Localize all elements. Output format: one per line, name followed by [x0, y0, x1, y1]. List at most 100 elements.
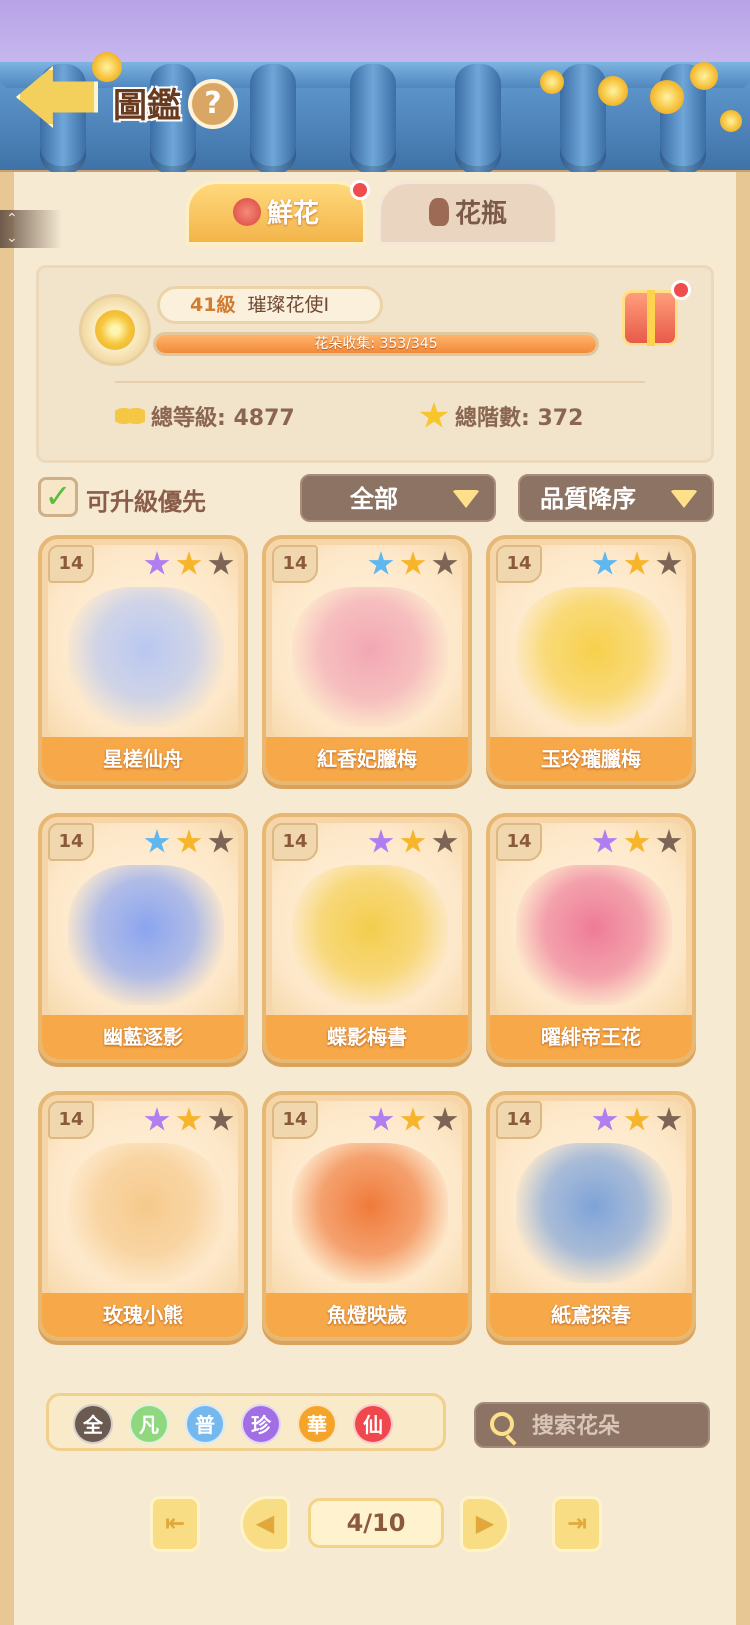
star-icon — [432, 829, 458, 853]
card-level-badge: 14 — [48, 545, 94, 583]
rose-icon — [232, 198, 261, 226]
flower-card[interactable]: 14 蝶影梅書 — [262, 813, 472, 1063]
collection-progress-text: 花朵收集: 353/345 — [314, 336, 438, 352]
total-level-stat: 總等級: 4877 — [115, 400, 295, 432]
star-icon — [419, 402, 449, 428]
rank-emblem-icon — [79, 294, 151, 366]
card-name: 星槎仙舟 — [42, 737, 244, 781]
card-star-rating — [368, 829, 458, 855]
last-page-button[interactable]: ⇥ — [552, 1496, 602, 1552]
card-star-rating — [592, 1107, 682, 1133]
quality-filter-bar: 全凡普珍華仙 — [46, 1393, 446, 1451]
flower-illustration — [68, 865, 224, 1005]
blossom-decoration — [650, 80, 684, 114]
quality-filter-button[interactable]: 全 — [73, 1404, 113, 1444]
gift-reward-icon[interactable] — [622, 290, 678, 346]
card-name: 玫瑰小熊 — [42, 1293, 244, 1337]
flower-card[interactable]: 14 魚燈映歲 — [262, 1091, 472, 1341]
star-icon — [592, 1107, 618, 1131]
star-icon — [624, 1107, 650, 1131]
quality-filter-button[interactable]: 普 — [185, 1404, 225, 1444]
star-icon — [368, 1107, 394, 1131]
blossom-decoration — [598, 76, 628, 106]
star-icon — [432, 1107, 458, 1131]
star-icon — [432, 551, 458, 575]
star-icon — [208, 551, 234, 575]
star-icon — [208, 1107, 234, 1131]
card-level-badge: 14 — [272, 1101, 318, 1139]
star-icon — [624, 829, 650, 853]
card-name: 玉玲瓏臘梅 — [490, 737, 692, 781]
blossom-decoration — [720, 110, 742, 132]
flower-card[interactable]: 14 玫瑰小熊 — [38, 1091, 248, 1341]
blossom-decoration — [690, 62, 718, 90]
search-input[interactable] — [532, 1410, 702, 1442]
prev-page-button[interactable]: ◀ — [240, 1496, 290, 1552]
flower-card[interactable]: 14 幽藍逐影 — [38, 813, 248, 1063]
card-level-badge: 14 — [48, 823, 94, 861]
star-icon — [144, 551, 170, 575]
chevron-down-icon — [670, 490, 698, 508]
card-level-badge: 14 — [496, 823, 542, 861]
tab-fresh-flowers[interactable]: 鮮花 — [186, 181, 366, 245]
flower-illustration — [68, 1143, 224, 1283]
quality-filter-button[interactable]: 華 — [297, 1404, 337, 1444]
vase-icon — [428, 198, 449, 226]
card-name: 曜緋帝王花 — [490, 1015, 692, 1059]
player-level: 41級 — [190, 294, 236, 316]
sort-dropdown[interactable]: 品質降序 — [518, 474, 714, 522]
star-icon — [592, 829, 618, 853]
flower-card[interactable]: 14 曜緋帝王花 — [486, 813, 696, 1063]
flower-card[interactable]: 14 紙鳶探春 — [486, 1091, 696, 1341]
star-icon — [144, 1107, 170, 1131]
search-box[interactable] — [474, 1402, 710, 1448]
side-collapse-handle[interactable]: ⌃ ⌄ — [0, 210, 62, 248]
divider — [115, 381, 645, 383]
flower-illustration — [516, 865, 672, 1005]
flower-card[interactable]: 14 玉玲瓏臘梅 — [486, 535, 696, 785]
star-icon — [400, 551, 426, 575]
flower-illustration — [292, 1143, 448, 1283]
card-star-rating — [368, 1107, 458, 1133]
flower-card[interactable]: 14 星槎仙舟 — [38, 535, 248, 785]
star-icon — [368, 829, 394, 853]
quality-filter-button[interactable]: 凡 — [129, 1404, 169, 1444]
level-rank-pill: 41級 璀璨花使I — [157, 286, 383, 324]
upgrade-first-checkbox[interactable]: ✓ — [38, 477, 78, 517]
total-stars-stat: 總階數: 372 — [419, 400, 583, 432]
flower-illustration — [292, 865, 448, 1005]
card-level-badge: 14 — [48, 1101, 94, 1139]
flower-illustration — [516, 587, 672, 727]
help-button[interactable]: ? — [188, 79, 238, 129]
flower-illustration — [292, 587, 448, 727]
star-icon — [176, 1107, 202, 1131]
card-level-badge: 14 — [496, 545, 542, 583]
collection-info-panel: 41級 璀璨花使I 花朵收集: 353/345 總等級: 4877 總階數: 37… — [36, 265, 714, 463]
card-level-badge: 14 — [496, 1101, 542, 1139]
card-name: 紅香妃臘梅 — [266, 737, 468, 781]
flower-illustration — [516, 1143, 672, 1283]
quality-filter-button[interactable]: 珍 — [241, 1404, 281, 1444]
star-icon — [400, 1107, 426, 1131]
first-page-button[interactable]: ⇤ — [150, 1496, 200, 1552]
category-dropdown[interactable]: 全部 — [300, 474, 496, 522]
flower-card[interactable]: 14 紅香妃臘梅 — [262, 535, 472, 785]
card-level-badge: 14 — [272, 545, 318, 583]
card-name: 紙鳶探春 — [490, 1293, 692, 1337]
star-icon — [176, 551, 202, 575]
card-star-rating — [592, 829, 682, 855]
page-indicator: 4/10 — [308, 1498, 444, 1548]
star-icon — [656, 551, 682, 575]
upgrade-first-label: 可升級優先 — [86, 488, 206, 516]
card-star-rating — [368, 551, 458, 577]
star-icon — [176, 829, 202, 853]
card-level-badge: 14 — [272, 823, 318, 861]
quality-filter-button[interactable]: 仙 — [353, 1404, 393, 1444]
flower-illustration — [68, 587, 224, 727]
card-star-rating — [144, 829, 234, 855]
tab-vases[interactable]: 花瓶 — [378, 181, 558, 245]
card-name: 魚燈映歲 — [266, 1293, 468, 1337]
star-icon — [592, 551, 618, 575]
card-star-rating — [144, 551, 234, 577]
card-name: 蝶影梅書 — [266, 1015, 468, 1059]
